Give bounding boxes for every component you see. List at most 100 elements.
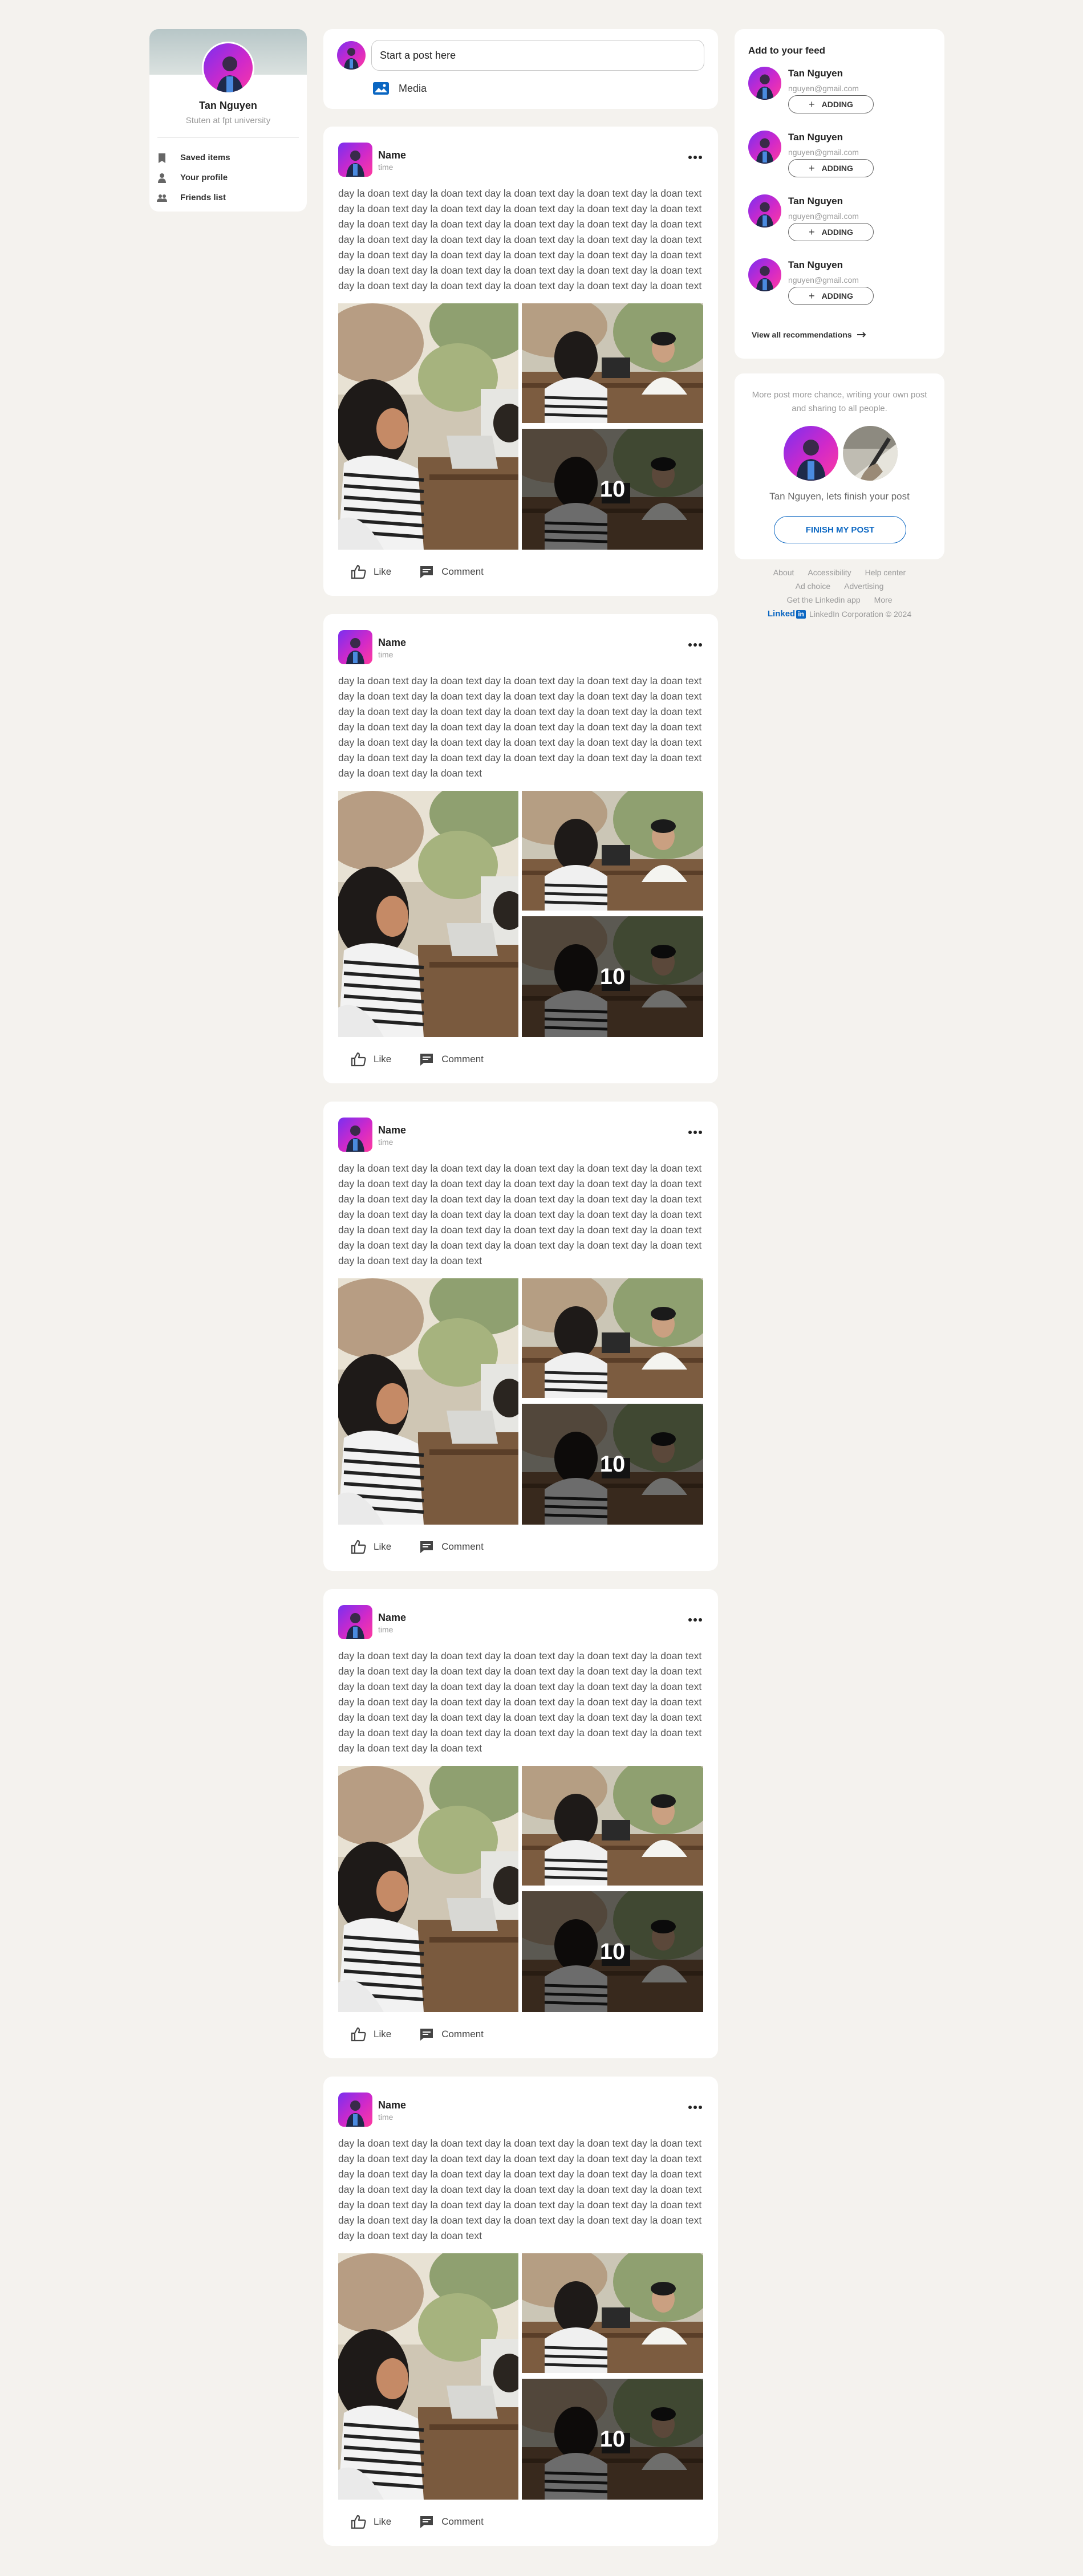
like-button[interactable]: Like — [351, 1539, 391, 1554]
post-gallery: 10 — [338, 1278, 703, 1525]
comment-button[interactable]: Comment — [419, 1539, 484, 1554]
menu-item-saved-items[interactable]: Saved items — [156, 148, 300, 168]
more-options-icon[interactable] — [688, 1614, 704, 1623]
profile-card: Tan Nguyen Stuten at fpt university Save… — [149, 29, 307, 212]
recommendation-name[interactable]: Tan Nguyen — [788, 259, 843, 271]
post-avatar[interactable] — [338, 143, 372, 177]
like-button[interactable]: Like — [351, 1052, 391, 1067]
comment-label: Comment — [441, 2516, 484, 2527]
post-photo[interactable] — [522, 2253, 703, 2373]
post-author-name[interactable]: Name — [378, 149, 406, 161]
footer-link[interactable]: More — [874, 595, 893, 604]
post-gallery: 10 — [338, 1766, 703, 2012]
more-photos-count: 10 — [599, 2426, 626, 2452]
adding-button[interactable]: + ADDING — [788, 287, 874, 305]
recommendation-avatar[interactable] — [748, 131, 781, 164]
adding-label: ADDING — [821, 291, 853, 300]
post-actions: Like Comment — [351, 1052, 511, 1067]
recommendation-avatar[interactable] — [748, 258, 781, 291]
post-avatar[interactable] — [338, 2093, 372, 2127]
post-card: Name time day la doan text day la doan t… — [323, 2077, 718, 2546]
composer-avatar — [337, 41, 366, 70]
like-label: Like — [374, 1054, 392, 1064]
comment-button[interactable]: Comment — [419, 1052, 484, 1067]
recommendation-avatar[interactable] — [748, 194, 781, 227]
more-photos-count: 10 — [599, 1939, 626, 1964]
more-options-icon[interactable] — [688, 1127, 704, 1136]
post-photo[interactable] — [522, 303, 703, 423]
menu-item-friends-list[interactable]: Friends list — [156, 188, 300, 208]
post-author-name[interactable]: Name — [378, 2099, 406, 2111]
menu-item-label: Friends list — [180, 193, 226, 202]
feed-title: Add to your feed — [748, 45, 826, 56]
footer-link[interactable]: Get the Linkedin app — [786, 595, 860, 604]
more-photos-tile[interactable]: 10 — [522, 1891, 703, 2012]
thumbs-up-icon — [351, 2027, 366, 2042]
post-photo[interactable] — [522, 791, 703, 911]
recommendation-avatar[interactable] — [748, 67, 781, 100]
post-avatar[interactable] — [338, 1605, 372, 1639]
post-avatar[interactable] — [338, 1118, 372, 1152]
view-all-recommendations-link[interactable]: View all recommendations — [752, 330, 867, 339]
post-gallery: 10 — [338, 791, 703, 1037]
plus-icon: + — [809, 98, 815, 110]
post-photo[interactable] — [522, 1278, 703, 1398]
adding-button[interactable]: + ADDING — [788, 95, 874, 113]
post-text: day la doan text day la doan text day la… — [338, 2138, 702, 2241]
adding-button[interactable]: + ADDING — [788, 223, 874, 241]
recommendation-name[interactable]: Tan Nguyen — [788, 132, 843, 143]
footer-link[interactable]: Accessibility — [808, 568, 851, 577]
linkedin-logo-word: Linked — [767, 609, 796, 619]
more-photos-tile[interactable]: 10 — [522, 2379, 703, 2500]
like-button[interactable]: Like — [351, 564, 391, 579]
post-photo[interactable] — [338, 791, 518, 1037]
more-photos-tile[interactable]: 10 — [522, 429, 703, 550]
media-button[interactable]: Media — [372, 82, 427, 95]
post-actions: Like Comment — [351, 2027, 511, 2042]
recommendation-name[interactable]: Tan Nguyen — [788, 68, 843, 79]
more-photos-tile[interactable]: 10 — [522, 1404, 703, 1525]
comment-button[interactable]: Comment — [419, 2027, 484, 2042]
footer-link[interactable]: Help center — [865, 568, 906, 577]
post-time: time — [378, 2112, 394, 2122]
post-photo[interactable] — [522, 1766, 703, 1886]
like-button[interactable]: Like — [351, 2514, 391, 2529]
post-author-name[interactable]: Name — [378, 1612, 406, 1624]
profile-name[interactable]: Tan Nguyen — [149, 100, 307, 112]
post-author-name[interactable]: Name — [378, 637, 406, 649]
profile-avatar[interactable] — [202, 42, 254, 94]
adding-button[interactable]: + ADDING — [788, 159, 874, 177]
footer-link[interactable]: Advertising — [844, 582, 883, 591]
post-time: time — [378, 1625, 394, 1634]
post-author-name[interactable]: Name — [378, 1124, 406, 1136]
like-button[interactable]: Like — [351, 2027, 391, 2042]
more-options-icon[interactable] — [688, 2102, 704, 2111]
recommendation-name[interactable]: Tan Nguyen — [788, 196, 843, 207]
writing-image — [843, 426, 898, 481]
footer-link[interactable]: Ad choice — [796, 582, 830, 591]
post-avatar[interactable] — [338, 630, 372, 664]
more-options-icon[interactable] — [688, 152, 704, 161]
post-gallery: 10 — [338, 2253, 703, 2500]
comment-icon — [420, 1541, 433, 1553]
post-gallery: 10 — [338, 303, 703, 550]
finish-my-post-button[interactable]: FINISH MY POST — [774, 516, 906, 543]
more-photos-tile[interactable]: 10 — [522, 916, 703, 1037]
arrow-right-icon — [857, 332, 866, 338]
post-photo[interactable] — [338, 1278, 518, 1525]
recommendation-email: nguyen@gmail.com — [788, 275, 859, 285]
adding-label: ADDING — [821, 164, 853, 173]
post-photo[interactable] — [338, 1766, 518, 2012]
footer-link[interactable]: About — [773, 568, 794, 577]
menu-item-your-profile[interactable]: Your profile — [156, 168, 300, 188]
comment-button[interactable]: Comment — [419, 2514, 484, 2529]
post-photo[interactable] — [338, 303, 518, 550]
post-text: day la doan text day la doan text day la… — [338, 1163, 702, 1266]
post-input[interactable] — [371, 40, 704, 71]
more-options-icon[interactable] — [688, 639, 704, 648]
post-photo[interactable] — [338, 2253, 518, 2500]
thumbs-up-icon — [351, 564, 366, 579]
post-card: Name time day la doan text day la doan t… — [323, 614, 718, 1083]
comment-label: Comment — [441, 1054, 484, 1064]
comment-button[interactable]: Comment — [419, 564, 484, 579]
